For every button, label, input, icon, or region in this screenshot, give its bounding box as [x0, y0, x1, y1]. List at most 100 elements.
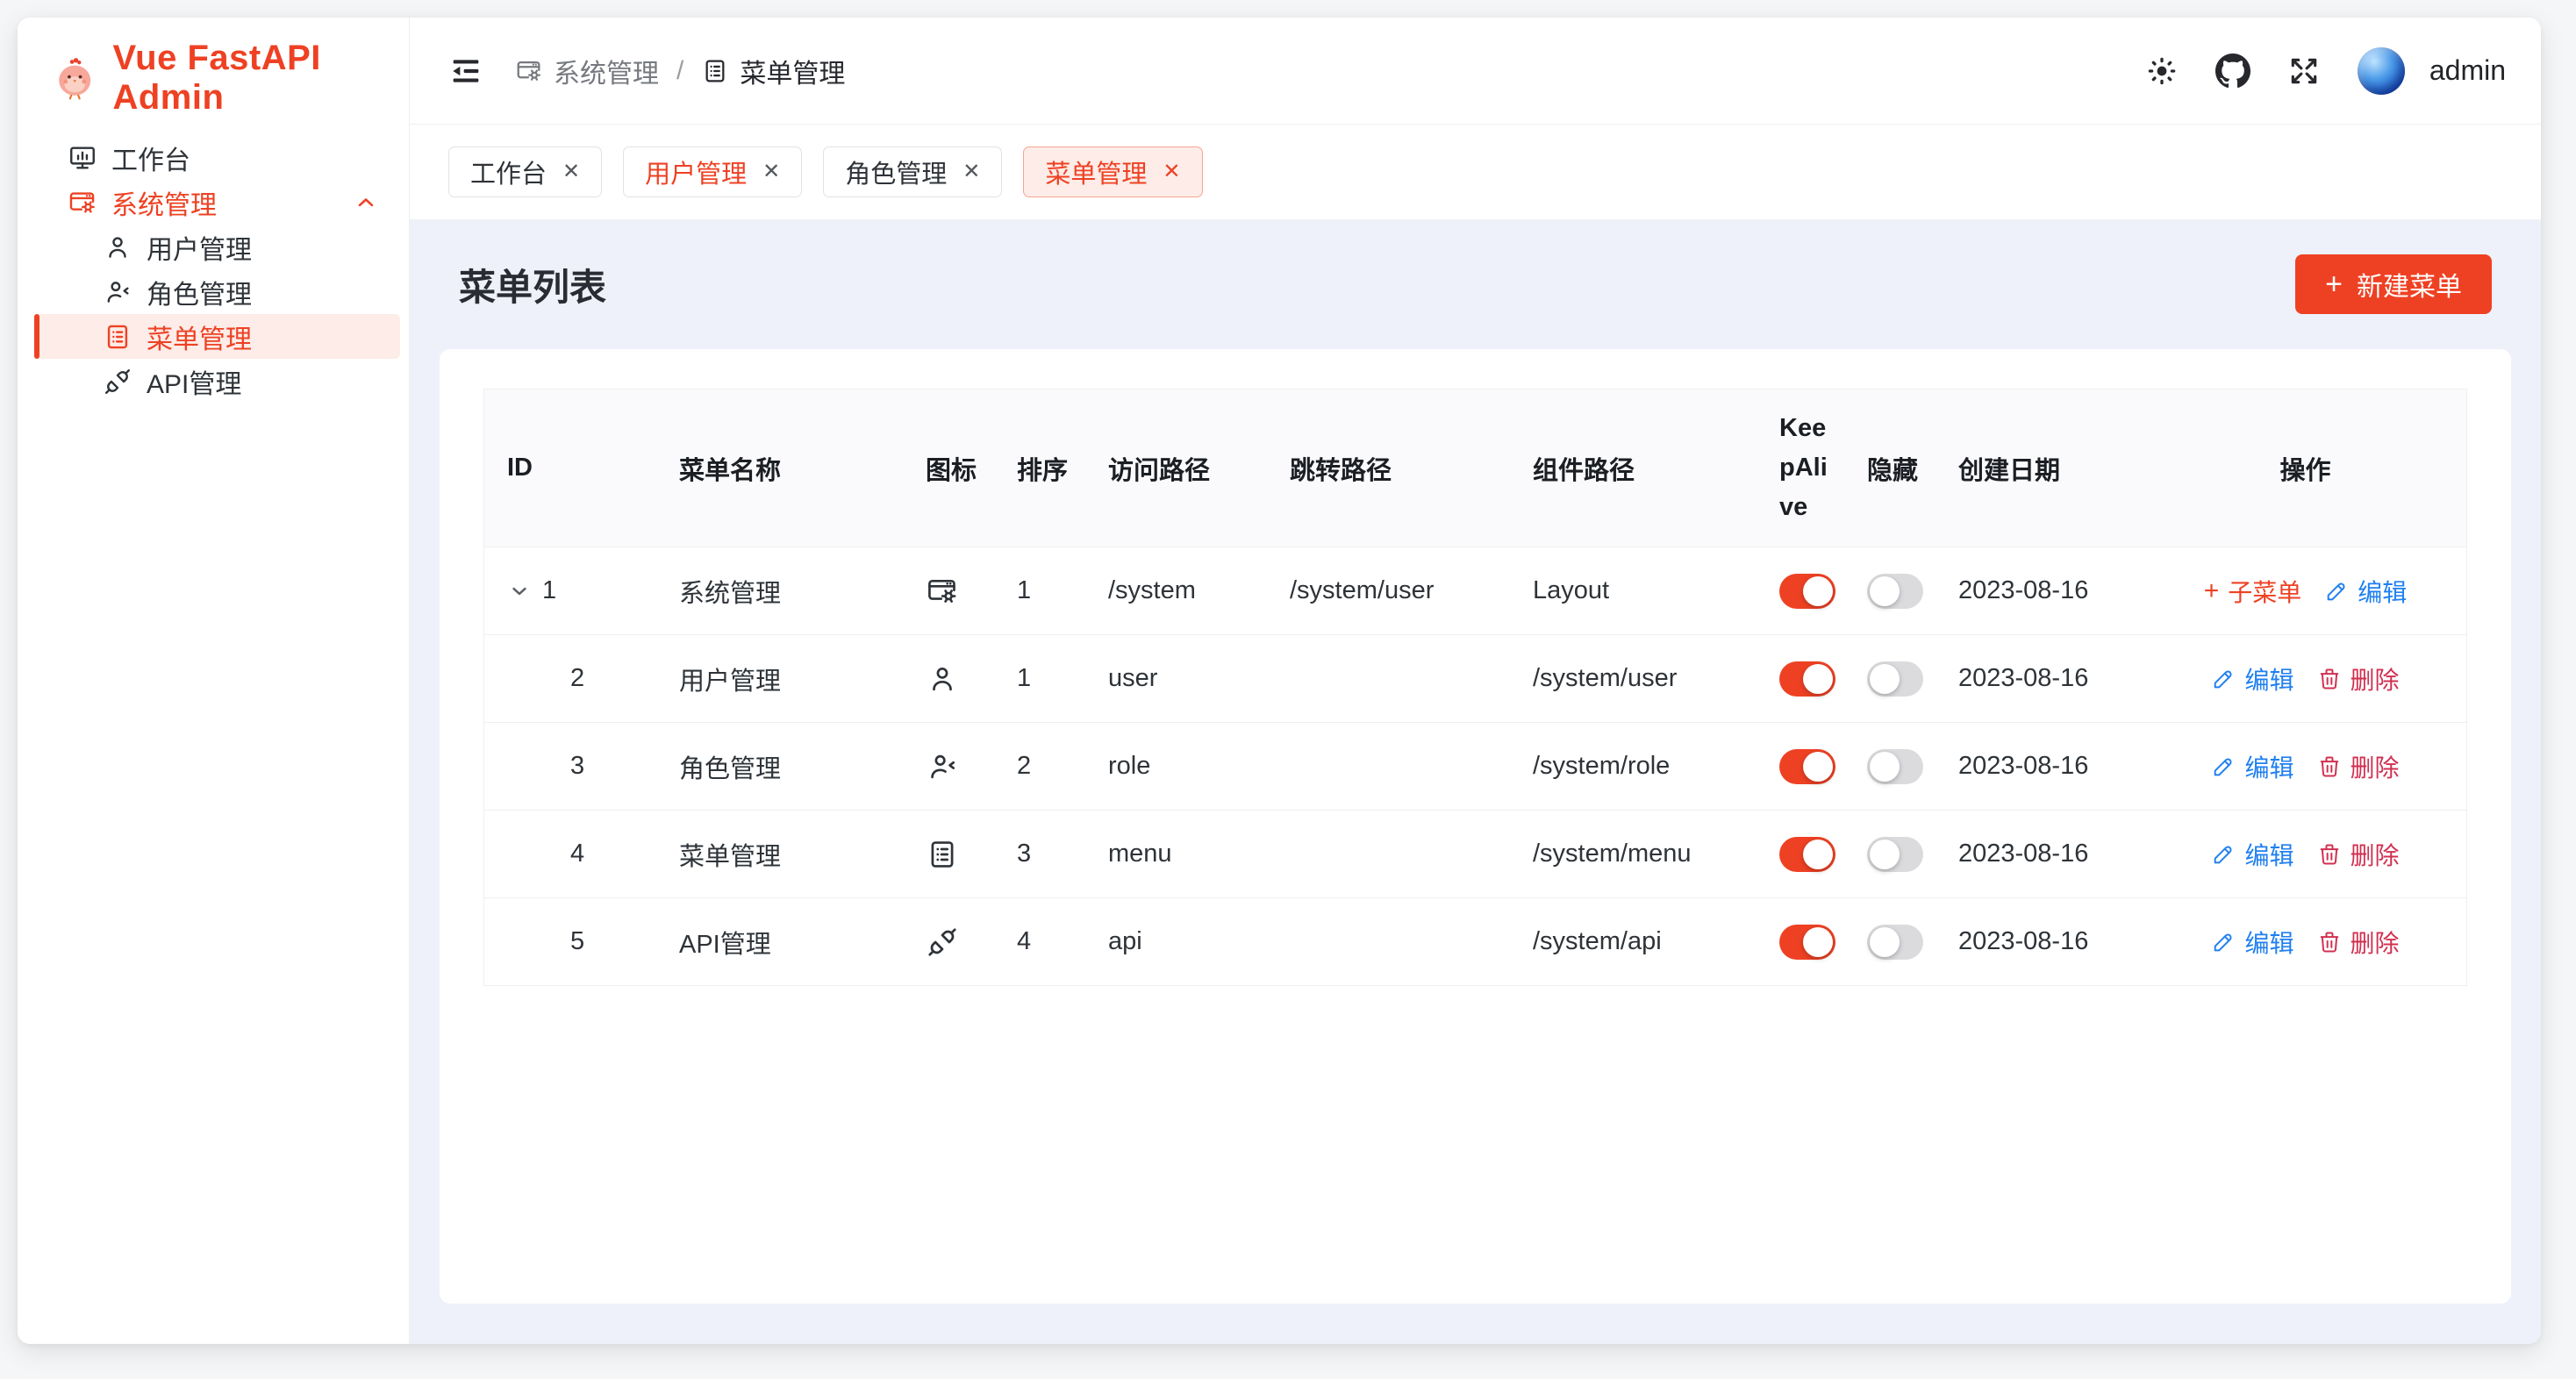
tab-bar: 工作台 ✕ 用户管理 ✕ 角色管理 ✕ 菜单管理 ✕ [410, 125, 2541, 219]
breadcrumb-label: 系统管理 [554, 52, 659, 90]
keepalive-toggle[interactable] [1779, 925, 1835, 960]
sidebar-item-roles[interactable]: 角色管理 [34, 269, 400, 314]
app-logo: Vue FastAPI Admin [18, 18, 409, 118]
table-row: 2 用户管理 1 user /system/user 2023-08-16 [484, 635, 2466, 723]
tab-workbench[interactable]: 工作台 ✕ [448, 146, 602, 197]
cell-redirect: /system/user [1267, 576, 1510, 605]
menu-table: ID 菜单名称 图标 排序 访问路径 跳转路径 组件路径 KeepAlive 隐… [483, 389, 2467, 986]
sidebar-item-system[interactable]: 系统管理 [34, 180, 400, 225]
cell-component: /system/api [1510, 927, 1757, 956]
cell-hidden [1844, 574, 1936, 609]
cell-order: 4 [994, 927, 1085, 956]
edit-button[interactable]: 编辑 [2324, 574, 2407, 609]
fullscreen-button[interactable] [2287, 54, 2321, 88]
keepalive-toggle[interactable] [1779, 837, 1835, 872]
delete-button[interactable]: 删除 [2317, 837, 2400, 872]
cell-order: 2 [994, 752, 1085, 781]
avatar[interactable] [2358, 47, 2405, 95]
sidebar-item-menus[interactable]: 菜单管理 [34, 314, 400, 359]
top-header: 系统管理 / 菜单管理 [410, 18, 2541, 125]
cell-hidden [1844, 925, 1936, 960]
trash-icon [2317, 930, 2342, 954]
plug-icon [926, 925, 959, 959]
cell-component: /system/menu [1510, 840, 1757, 868]
pencil-icon [2211, 667, 2236, 691]
edit-button[interactable]: 编辑 [2211, 661, 2293, 697]
trash-icon [2317, 842, 2342, 867]
hidden-toggle[interactable] [1867, 574, 1923, 609]
person-check-icon [103, 277, 132, 307]
cell-path: /system [1085, 576, 1267, 605]
plug-icon [103, 367, 132, 397]
delete-button[interactable]: 删除 [2317, 925, 2400, 960]
collapse-sidebar-button[interactable] [448, 54, 483, 89]
sun-icon [2145, 54, 2179, 88]
sidebar-item-workbench[interactable]: 工作台 [34, 135, 400, 180]
edit-button[interactable]: 编辑 [2211, 837, 2293, 872]
pencil-icon [2211, 842, 2236, 867]
col-component: 组件路径 [1510, 450, 1757, 487]
collapse-row-icon[interactable] [507, 579, 532, 604]
edit-button[interactable]: 编辑 [2211, 749, 2293, 784]
cell-icon [903, 575, 994, 608]
tab-label: 菜单管理 [1045, 154, 1147, 190]
keepalive-toggle[interactable] [1779, 574, 1835, 609]
delete-button[interactable]: 删除 [2317, 749, 2400, 784]
cell-icon [903, 662, 994, 696]
new-menu-button[interactable]: + 新建菜单 [2295, 254, 2492, 314]
tab-menus[interactable]: 菜单管理 ✕ [1023, 146, 1202, 197]
cell-path: api [1085, 927, 1267, 956]
tab-close-icon[interactable]: ✕ [562, 161, 580, 182]
tab-roles[interactable]: 角色管理 ✕ [823, 146, 1002, 197]
breadcrumb: 系统管理 / 菜单管理 [515, 52, 845, 90]
page-background: Vue FastAPI Admin 工作台 系统管理 用户管理 [0, 0, 2576, 1379]
sidebar-item-users[interactable]: 用户管理 [34, 225, 400, 269]
cell-order: 3 [994, 840, 1085, 868]
cell-id: 5 [484, 927, 656, 956]
tab-close-icon[interactable]: ✕ [1163, 161, 1180, 182]
keepalive-toggle[interactable] [1779, 661, 1835, 697]
github-icon [2215, 54, 2250, 89]
delete-button[interactable]: 删除 [2317, 661, 2400, 697]
hidden-toggle[interactable] [1867, 837, 1923, 872]
window-gear-icon [68, 188, 97, 218]
tab-close-icon[interactable]: ✕ [762, 161, 780, 182]
cell-id: 1 [484, 576, 656, 605]
hidden-toggle[interactable] [1867, 925, 1923, 960]
sidebar-item-api[interactable]: API管理 [34, 359, 400, 404]
cell-id: 3 [484, 752, 656, 781]
edit-button[interactable]: 编辑 [2211, 925, 2293, 960]
list-icon [926, 838, 959, 871]
cell-name: 系统管理 [656, 573, 903, 610]
keepalive-toggle[interactable] [1779, 749, 1835, 784]
theme-toggle-button[interactable] [2145, 54, 2179, 88]
hidden-toggle[interactable] [1867, 661, 1923, 697]
cell-created: 2023-08-16 [1936, 576, 2151, 605]
trash-icon [2317, 667, 2342, 691]
cell-icon [903, 925, 994, 959]
trash-icon [2317, 754, 2342, 779]
breadcrumb-separator: / [676, 56, 683, 86]
cell-icon [903, 750, 994, 783]
window-gear-icon [515, 57, 543, 85]
breadcrumb-item-menus[interactable]: 菜单管理 [701, 52, 845, 90]
new-menu-button-label: 新建菜单 [2357, 265, 2462, 304]
breadcrumb-item-system[interactable]: 系统管理 [515, 52, 659, 90]
cell-hidden [1844, 837, 1936, 872]
cell-keepalive [1757, 574, 1844, 609]
tab-close-icon[interactable]: ✕ [962, 161, 980, 182]
table-header-row: ID 菜单名称 图标 排序 访问路径 跳转路径 组件路径 KeepAlive 隐… [484, 389, 2466, 547]
cell-actions: 编辑 删除 [2151, 749, 2466, 784]
header-actions: admin [2145, 47, 2506, 95]
cell-hidden [1844, 749, 1936, 784]
username[interactable]: admin [2429, 54, 2506, 87]
tab-label: 工作台 [470, 154, 547, 190]
table-row: 3 角色管理 2 role /system/role 2023-08-16 [484, 723, 2466, 811]
sidebar-item-label: API管理 [147, 362, 241, 401]
hidden-toggle[interactable] [1867, 749, 1923, 784]
tab-users[interactable]: 用户管理 ✕ [623, 146, 802, 197]
github-button[interactable] [2215, 54, 2250, 89]
col-icon: 图标 [903, 450, 994, 487]
table-row: 1 系统管理 1 /system /system/user Layout 202… [484, 547, 2466, 635]
add-submenu-button[interactable]: + 子菜单 [2204, 574, 2302, 609]
